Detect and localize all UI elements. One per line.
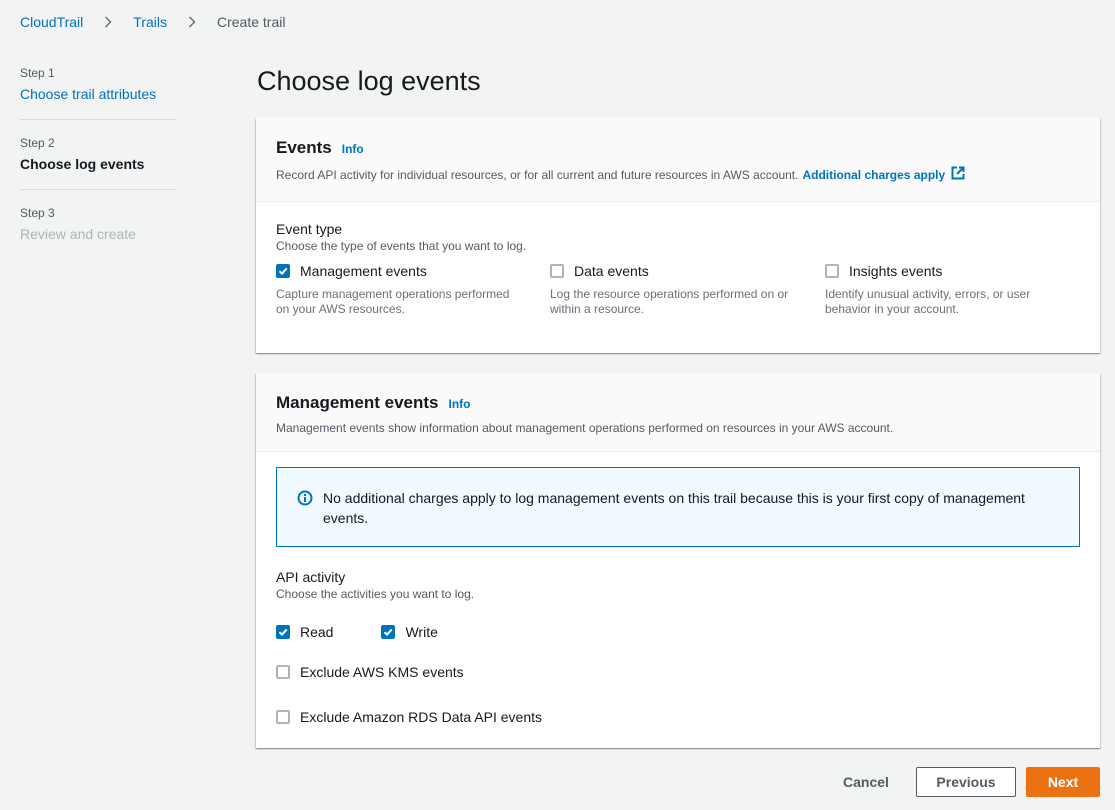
- info-alert: No additional charges apply to log manag…: [276, 467, 1080, 547]
- insights-events-checkbox[interactable]: [825, 264, 839, 278]
- cancel-button[interactable]: Cancel: [826, 767, 906, 797]
- exclude-kms-checkbox[interactable]: [276, 665, 290, 679]
- events-panel-description: Record API activity for individual resou…: [276, 167, 799, 182]
- step-link-choose-trail-attributes[interactable]: Choose trail attributes: [20, 85, 176, 103]
- event-type-options: Management events Capture management ope…: [276, 263, 1086, 323]
- event-option-insights: Insights events Identify unusual activit…: [825, 263, 1080, 317]
- write-checkbox-row[interactable]: Write: [381, 624, 438, 640]
- read-checkbox[interactable]: [276, 625, 290, 639]
- insights-events-label: Insights events: [849, 263, 943, 279]
- data-events-checkbox-row[interactable]: Data events: [550, 263, 805, 279]
- external-link-icon: [951, 166, 965, 183]
- chevron-right-icon: [181, 16, 203, 28]
- insights-events-checkbox-row[interactable]: Insights events: [825, 263, 1080, 279]
- wizard-step-3: Step 3 Review and create: [20, 206, 176, 259]
- events-panel-title: Events: [276, 138, 332, 157]
- management-panel-description: Management events show information about…: [276, 421, 894, 435]
- wizard-steps: Step 1 Choose trail attributes Step 2 Ch…: [20, 66, 176, 275]
- page-title: Choose log events: [257, 66, 481, 96]
- write-checkbox[interactable]: [381, 625, 396, 639]
- management-events-description: Capture management operations performed …: [276, 287, 510, 316]
- step-number: Step 1: [20, 66, 55, 80]
- management-info-link[interactable]: Info: [449, 394, 471, 414]
- events-panel: Events Info Record API activity for indi…: [256, 118, 1100, 353]
- breadcrumb-create-trail: Create trail: [216, 14, 286, 30]
- events-panel-header: Events Info Record API activity for indi…: [256, 118, 1100, 202]
- exclude-rds-checkbox[interactable]: [276, 710, 290, 724]
- management-events-label: Management events: [300, 263, 427, 279]
- event-type-description: Choose the type of events that you want …: [276, 239, 527, 253]
- chevron-right-icon: [97, 16, 119, 28]
- check-icon: [278, 628, 288, 637]
- insights-events-description: Identify unusual activity, errors, or us…: [825, 287, 1031, 316]
- event-type-label: Event type: [276, 221, 343, 237]
- data-events-checkbox[interactable]: [550, 264, 564, 278]
- previous-button[interactable]: Previous: [916, 767, 1016, 797]
- management-events-checkbox[interactable]: [276, 264, 290, 278]
- additional-charges-label: Additional charges apply: [802, 167, 946, 182]
- api-activity-label: API activity: [276, 569, 346, 585]
- next-button[interactable]: Next: [1026, 767, 1100, 797]
- check-icon: [278, 267, 288, 276]
- breadcrumb-cloudtrail[interactable]: CloudTrail: [20, 14, 83, 30]
- breadcrumb-trails[interactable]: Trails: [133, 14, 167, 30]
- data-events-description: Log the resource operations performed on…: [550, 287, 789, 316]
- step-title-review-and-create: Review and create: [20, 226, 136, 242]
- events-info-link[interactable]: Info: [342, 139, 364, 159]
- api-activity-description: Choose the activities you want to log.: [276, 587, 475, 601]
- check-icon: [384, 628, 393, 637]
- exclude-rds-checkbox-row[interactable]: Exclude Amazon RDS Data API events: [276, 709, 542, 725]
- read-label: Read: [300, 624, 334, 640]
- info-circle-icon: [297, 490, 313, 506]
- data-events-label: Data events: [574, 263, 649, 279]
- write-label: Write: [405, 624, 438, 640]
- wizard-step-2: Step 2 Choose log events: [20, 136, 176, 190]
- event-option-management: Management events Capture management ope…: [276, 263, 531, 317]
- step-title-choose-log-events: Choose log events: [20, 156, 145, 172]
- exclude-kms-label: Exclude AWS KMS events: [300, 664, 464, 680]
- exclude-rds-label: Exclude Amazon RDS Data API events: [300, 709, 543, 725]
- wizard-step-1: Step 1 Choose trail attributes: [20, 66, 176, 120]
- management-events-panel: Management events Info Management events…: [256, 373, 1100, 748]
- read-checkbox-row[interactable]: Read: [276, 624, 333, 640]
- step-number: Step 2: [20, 136, 55, 150]
- management-panel-title: Management events: [276, 393, 439, 412]
- breadcrumb: CloudTrail Trails Create trail: [20, 13, 285, 31]
- management-events-checkbox-row[interactable]: Management events: [276, 263, 531, 279]
- event-option-data: Data events Log the resource operations …: [550, 263, 805, 317]
- exclude-kms-checkbox-row[interactable]: Exclude AWS KMS events: [276, 664, 464, 680]
- wizard-actions: Cancel Previous Next: [826, 767, 1100, 797]
- additional-charges-link[interactable]: Additional charges apply: [802, 166, 965, 183]
- management-panel-header: Management events Info Management events…: [256, 373, 1100, 452]
- info-alert-text: No additional charges apply to log manag…: [323, 490, 1025, 526]
- step-number: Step 3: [20, 206, 55, 220]
